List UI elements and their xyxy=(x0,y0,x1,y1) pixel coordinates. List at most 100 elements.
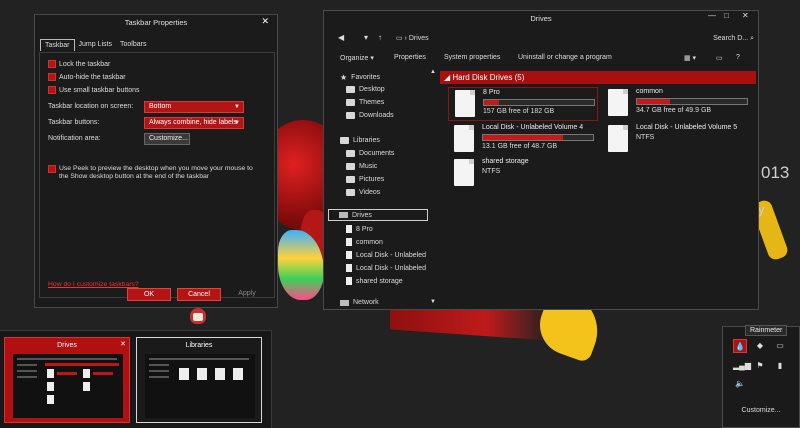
checkbox-icon[interactable] xyxy=(48,60,56,68)
drive-name: Local Disk - Unlabeled Volume 4 xyxy=(482,124,584,131)
notification-label: Notification area: xyxy=(48,135,101,142)
tooltip: Rainmeter xyxy=(745,325,788,336)
nav-drive-item[interactable]: 8 Pro xyxy=(346,225,373,233)
drive-tile[interactable]: Local Disk - Unlabeled Volume 4 13.1 GB … xyxy=(448,123,598,157)
help-link[interactable]: How do I customize taskbars? xyxy=(48,281,139,288)
drive-icon xyxy=(346,277,352,285)
group-header[interactable]: ◢ Hard Disk Drives (5) xyxy=(440,71,756,84)
nav-themes[interactable]: Themes xyxy=(346,99,384,106)
scroll-up-icon[interactable]: ▲ xyxy=(430,69,436,75)
checkbox-icon[interactable] xyxy=(48,86,56,94)
chevron-down-icon: ▼ xyxy=(234,120,240,126)
auto-hide-checkbox[interactable]: Auto-hide the taskbar xyxy=(48,73,126,81)
close-icon[interactable]: ✕ xyxy=(742,11,749,20)
nav-label: Music xyxy=(359,163,378,170)
nav-desktop[interactable]: Desktop xyxy=(346,86,385,93)
customize-button[interactable]: Customize... xyxy=(144,133,190,145)
nav-drives[interactable]: Drives xyxy=(328,209,428,221)
history-chevron-icon[interactable]: ▾ xyxy=(364,33,368,42)
system-properties-button[interactable]: System properties xyxy=(444,54,500,61)
nav-libraries[interactable]: Libraries xyxy=(340,137,380,144)
nav-pictures[interactable]: Pictures xyxy=(346,176,384,183)
drive-info: NTFS xyxy=(636,134,655,141)
search-input[interactable]: Search D... ⌕ xyxy=(664,32,758,45)
usage-bar-fill xyxy=(483,135,564,140)
volume-icon[interactable]: 🔈 xyxy=(733,377,747,391)
address-bar[interactable]: ▭ › Drives xyxy=(396,32,656,45)
nav-label: Drives xyxy=(352,211,372,219)
tab-toolbars[interactable]: Toolbars xyxy=(116,39,150,51)
back-arrow-icon[interactable]: ◀ xyxy=(338,33,344,42)
up-arrow-icon[interactable]: ↑ xyxy=(378,33,382,42)
lock-taskbar-checkbox[interactable]: Lock the taskbar xyxy=(48,60,110,68)
music-icon xyxy=(346,163,355,170)
command-bar: Organize ▾ Properties System properties … xyxy=(324,51,758,67)
nav-label: Downloads xyxy=(359,112,394,119)
nav-drive-item[interactable]: Local Disk - Unlabeled xyxy=(346,251,426,259)
navigation-bar: ◀ ▾ ↑ ▭ › Drives Search D... ⌕ xyxy=(324,28,758,50)
drive-tile[interactable]: shared storage NTFS xyxy=(448,157,598,191)
drive-tile[interactable]: Local Disk - Unlabeled Volume 5 NTFS xyxy=(602,123,752,157)
nav-drive-item[interactable]: shared storage xyxy=(346,277,403,285)
nav-music[interactable]: Music xyxy=(346,163,377,170)
chat-icon[interactable]: ▭ xyxy=(773,339,787,353)
star-icon: ★ xyxy=(340,73,348,82)
nav-label: common xyxy=(356,238,383,246)
search-icon: ⌕ xyxy=(750,35,754,42)
drives-window: Drives — □ ✕ ◀ ▾ ↑ ▭ › Drives Search D..… xyxy=(323,10,759,310)
drive-icon xyxy=(455,90,475,117)
drive-name: Local Disk - Unlabeled Volume 5 xyxy=(636,124,738,131)
power-icon[interactable]: ▮ xyxy=(773,359,787,373)
nav-network[interactable]: Network xyxy=(340,299,379,306)
ok-button[interactable]: OK xyxy=(127,288,171,301)
view-options-icon[interactable]: ▦ ▾ xyxy=(684,54,696,62)
nav-downloads[interactable]: Downloads xyxy=(346,112,394,119)
buttons-select[interactable]: Always combine, hide labels ▼ xyxy=(144,117,244,129)
properties-button[interactable]: Properties xyxy=(394,54,426,61)
cancel-button[interactable]: Cancel xyxy=(177,288,221,301)
peek-option[interactable]: Use Peek to preview the desktop when you… xyxy=(48,165,262,181)
nav-drive-item[interactable]: common xyxy=(346,238,383,246)
drive-icon xyxy=(608,125,628,152)
nav-videos[interactable]: Videos xyxy=(346,189,380,196)
customize-link[interactable]: Customize... xyxy=(723,407,799,414)
scroll-down-icon[interactable]: ▼ xyxy=(430,299,436,305)
nav-label: 8 Pro xyxy=(356,225,373,233)
apply-button[interactable]: Apply xyxy=(227,288,267,301)
help-icon[interactable]: ? xyxy=(736,54,740,61)
uninstall-program-button[interactable]: Uninstall or change a program xyxy=(518,54,612,61)
checkbox-icon[interactable] xyxy=(48,165,56,173)
minimize-icon[interactable]: — xyxy=(708,11,716,20)
nav-favorites[interactable]: ★ Favorites xyxy=(340,73,380,82)
drive-info: 157 GB free of 182 GB xyxy=(483,108,555,115)
signal-icon[interactable]: ▂▄▆ xyxy=(733,359,751,373)
drive-tile[interactable]: common 34.7 GB free of 49.9 GB xyxy=(602,87,752,121)
nav-documents[interactable]: Documents xyxy=(346,150,394,157)
checkbox-icon[interactable] xyxy=(48,73,56,81)
small-buttons-checkbox[interactable]: Use small taskbar buttons xyxy=(48,86,140,94)
folder-icon xyxy=(346,99,355,106)
thumbnail-drives[interactable]: Drives ✕ xyxy=(4,337,130,423)
organize-button[interactable]: Organize ▾ xyxy=(340,54,374,62)
preview-pane-icon[interactable]: ▭ xyxy=(716,54,723,62)
close-icon[interactable]: ✕ xyxy=(120,340,126,348)
tab-jump-lists[interactable]: Jump Lists xyxy=(75,39,116,51)
tray-app-icon[interactable]: ◆ xyxy=(753,339,767,353)
rainmeter-icon[interactable]: 💧 xyxy=(733,339,747,353)
nav-drive-item[interactable]: Local Disk - Unlabeled xyxy=(346,264,426,272)
action-center-icon[interactable]: ⚑ xyxy=(753,359,767,373)
maximize-icon[interactable]: □ xyxy=(724,11,729,20)
address-value: Drives xyxy=(408,35,429,42)
drive-icon xyxy=(346,225,352,233)
tab-taskbar[interactable]: Taskbar xyxy=(40,39,75,51)
tab-pane: Lock the taskbar Auto-hide the taskbar U… xyxy=(39,52,275,298)
close-icon[interactable]: ✕ xyxy=(261,16,269,27)
location-select[interactable]: Bottom ▼ xyxy=(144,101,244,113)
thumbnail-libraries[interactable]: Libraries xyxy=(136,337,262,423)
taskbar-properties-window: Taskbar Properties ✕ Taskbar Jump Lists … xyxy=(34,14,278,308)
checkbox-label: Use small taskbar buttons xyxy=(59,86,140,94)
usage-bar xyxy=(636,98,748,105)
nav-scrollbar[interactable]: ▲ ▼ xyxy=(430,69,437,305)
nav-label: Favorites xyxy=(351,74,380,81)
drive-tile[interactable]: 8 Pro 157 GB free of 182 GB xyxy=(448,87,598,121)
